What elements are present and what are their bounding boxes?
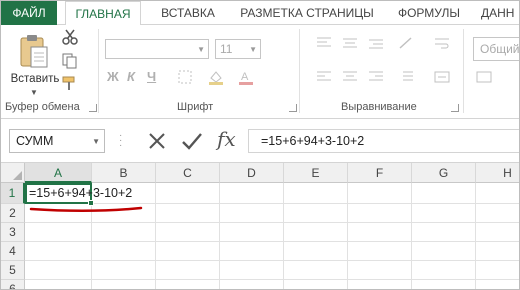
fill-color-icon[interactable] <box>207 69 225 85</box>
orientation-icon[interactable] <box>397 35 415 51</box>
tab-data[interactable]: ДАНН <box>481 1 519 25</box>
tab-file[interactable]: ФАЙЛ <box>1 1 57 25</box>
font-group-label: Шрифт <box>177 101 214 113</box>
align-middle-icon[interactable] <box>341 35 359 51</box>
chevron-down-icon: ▼ <box>197 45 205 54</box>
font-color-icon[interactable]: A <box>237 69 255 85</box>
wrap-text-icon[interactable] <box>433 35 451 51</box>
underline-button[interactable]: Ч <box>147 69 156 87</box>
ribbon-home: Вставить ▼ Буфер обмена ▼ 11 ▼ Ж К Ч A Ш… <box>1 25 519 119</box>
group-divider <box>98 29 99 113</box>
chevron-down-icon: ▼ <box>30 88 38 97</box>
group-divider <box>299 29 300 113</box>
excel-window: ФАЙЛ ГЛАВНАЯ ВСТАВКА РАЗМЕТКА СТРАНИЦЫ Ф… <box>0 0 520 290</box>
indent-icon[interactable] <box>397 69 415 85</box>
cancel-icon[interactable] <box>147 131 167 151</box>
worksheet-grid: A B C D E F G H 1 2 3 4 5 6 =15+6+94+3-1… <box>1 163 519 289</box>
ribbon-tabs: ФАЙЛ ГЛАВНАЯ ВСТАВКА РАЗМЕТКА СТРАНИЦЫ Ф… <box>1 1 519 26</box>
align-center-icon[interactable] <box>341 69 359 85</box>
alignment-launcher-icon[interactable] <box>451 104 459 112</box>
paste-label: Вставить <box>10 73 60 85</box>
name-box[interactable]: СУММ ▼ <box>9 129 105 153</box>
formula-text: =15+6+94+3-10+2 <box>261 134 365 148</box>
formula-bar: СУММ ▼ · · · fx =15+6+94+3-10+2 <box>1 119 519 163</box>
number-format-select[interactable]: Общий <box>473 37 519 61</box>
drag-handle-icon[interactable]: · · · <box>119 131 122 151</box>
merge-center-icon[interactable] <box>433 69 451 85</box>
font-launcher-icon[interactable] <box>289 104 297 112</box>
chevron-down-icon: ▼ <box>92 137 100 146</box>
copy-icon[interactable] <box>61 53 79 69</box>
font-size-value: 11 <box>220 42 233 56</box>
font-size-select[interactable]: 11 ▼ <box>215 39 261 59</box>
checkmark-icon[interactable] <box>181 131 203 151</box>
formula-input[interactable]: =15+6+94+3-10+2 <box>249 129 519 153</box>
align-bottom-icon[interactable] <box>367 35 385 51</box>
bold-button[interactable]: Ж <box>107 69 119 87</box>
tab-formulas[interactable]: ФОРМУЛЫ <box>393 1 465 25</box>
tab-home[interactable]: ГЛАВНАЯ <box>65 1 141 26</box>
cut-icon[interactable] <box>61 29 79 45</box>
group-divider <box>463 29 464 113</box>
currency-icon[interactable] <box>475 69 493 85</box>
name-box-value: СУММ <box>16 134 54 148</box>
paste-button[interactable]: Вставить ▼ <box>7 31 59 97</box>
alignment-group-label: Выравнивание <box>341 101 417 113</box>
clipboard-group-label: Буфер обмена <box>5 101 80 113</box>
italic-button[interactable]: К <box>127 69 135 87</box>
red-underline-annotation <box>29 206 143 213</box>
format-painter-icon[interactable] <box>61 75 79 91</box>
align-top-icon[interactable] <box>315 35 333 51</box>
chevron-down-icon: ▼ <box>249 45 257 54</box>
clipboard-icon <box>20 35 48 68</box>
tab-page-layout[interactable]: РАЗМЕТКА СТРАНИЦЫ <box>233 1 381 25</box>
insert-function-icon[interactable]: fx <box>217 127 236 151</box>
svg-text:A: A <box>241 71 249 83</box>
borders-icon[interactable] <box>177 69 195 85</box>
tab-insert[interactable]: ВСТАВКА <box>151 1 225 25</box>
align-right-icon[interactable] <box>367 69 385 85</box>
align-left-icon[interactable] <box>315 69 333 85</box>
clipboard-launcher-icon[interactable] <box>89 104 97 112</box>
font-name-select[interactable]: ▼ <box>105 39 209 59</box>
